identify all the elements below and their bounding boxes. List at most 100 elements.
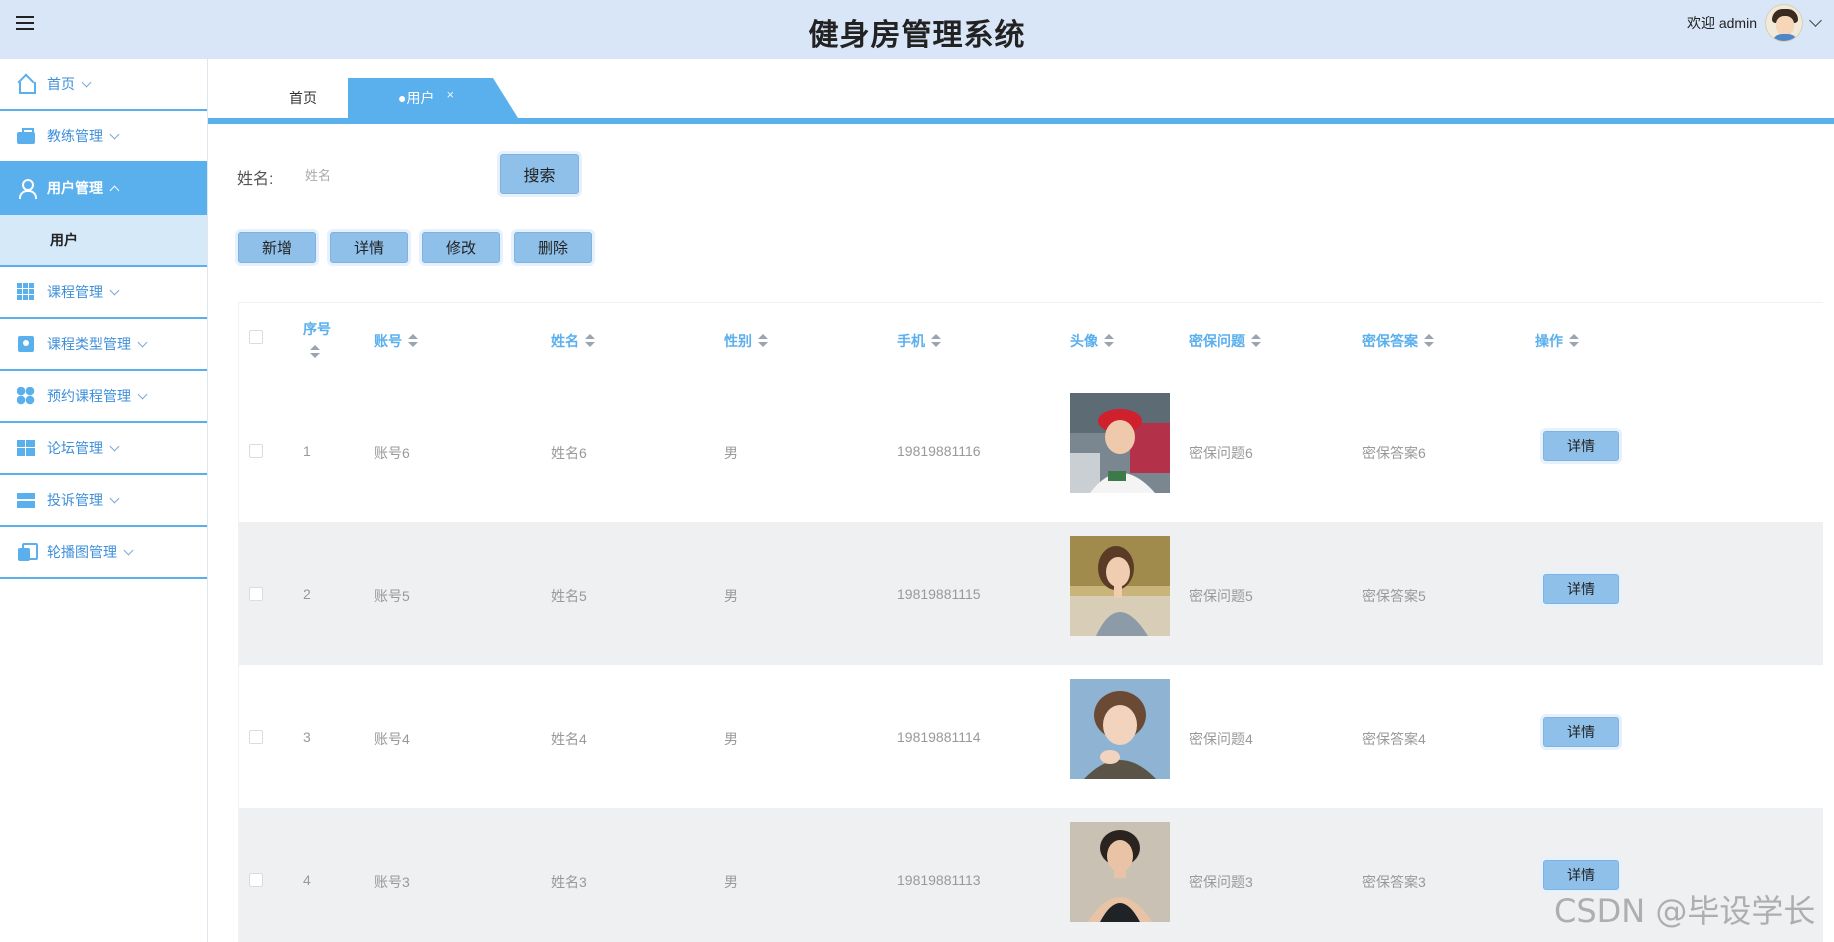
chevron-down-icon xyxy=(109,441,120,451)
cell-answer: 密保答案6 xyxy=(1362,445,1426,461)
row-detail-button[interactable]: 详情 xyxy=(1543,431,1619,461)
cell-gender: 男 xyxy=(724,588,738,604)
sidebar-item-forum[interactable]: 论坛管理 xyxy=(0,423,207,475)
cell-phone: 19819881114 xyxy=(897,729,981,745)
edit-button[interactable]: 修改 xyxy=(422,232,500,263)
chevron-down-icon xyxy=(81,77,92,87)
top-header: 健身房管理系统 欢迎 admin xyxy=(0,0,1834,59)
sort-icon[interactable] xyxy=(585,334,595,348)
row-checkbox[interactable] xyxy=(249,587,263,601)
row-detail-button[interactable]: 详情 xyxy=(1543,574,1619,604)
chevron-down-icon xyxy=(109,129,120,139)
column-header-label: 头像 xyxy=(1070,333,1098,349)
cell-seq: 4 xyxy=(303,872,311,888)
add-button[interactable]: 新增 xyxy=(238,232,316,263)
cell-question: 密保问题5 xyxy=(1189,588,1253,604)
sidebar-subitem-user[interactable]: 用户 xyxy=(0,215,207,267)
cell-seq: 3 xyxy=(303,729,311,745)
clover-icon xyxy=(17,387,35,405)
table-row[interactable]: 1 账号6 姓名6 男 19819881116 密保问题6 密保答案6 详情 xyxy=(239,379,1823,522)
cell-account: 账号5 xyxy=(374,588,410,604)
select-all-checkbox[interactable] xyxy=(249,330,263,344)
sort-icon[interactable] xyxy=(931,334,941,348)
sidebar-item-course-type[interactable]: 课程类型管理 xyxy=(0,319,207,371)
grid-icon xyxy=(17,283,35,301)
row-detail-button[interactable]: 详情 xyxy=(1543,717,1619,747)
tab-home[interactable]: 首页 xyxy=(258,78,348,118)
sort-icon[interactable] xyxy=(1251,334,1261,348)
cell-answer: 密保答案4 xyxy=(1362,731,1426,747)
table-header: 序号 账号 姓名 性别 手机 头像 密保问题 密保答案 操作 xyxy=(239,303,1823,379)
sidebar-item-carousel[interactable]: 轮播图管理 xyxy=(0,527,207,579)
sort-icon[interactable] xyxy=(758,334,768,348)
delete-button[interactable]: 删除 xyxy=(514,232,592,263)
tab-user-label: ●用户 xyxy=(398,90,435,106)
detail-button[interactable]: 详情 xyxy=(330,232,408,263)
sidebar-item-label: 教练管理 xyxy=(47,128,103,144)
sidebar-item-label: 论坛管理 xyxy=(47,440,103,456)
column-header-gender[interactable]: 性别 xyxy=(724,331,768,351)
column-header-op[interactable]: 操作 xyxy=(1535,331,1579,351)
column-header-question[interactable]: 密保问题 xyxy=(1189,331,1261,351)
cell-gender: 男 xyxy=(724,731,738,747)
close-icon[interactable]: × xyxy=(446,87,454,102)
column-header-answer[interactable]: 密保答案 xyxy=(1362,331,1434,351)
column-header-seq[interactable]: 序号 xyxy=(303,319,331,359)
column-header-label: 密保问题 xyxy=(1189,333,1245,349)
column-header-phone[interactable]: 手机 xyxy=(897,331,941,351)
cell-account: 账号6 xyxy=(374,445,410,461)
table-row[interactable]: 2 账号5 姓名5 男 19819881115 密保问题5 密保答案5 详情 xyxy=(239,522,1823,665)
column-header-label: 操作 xyxy=(1535,333,1563,349)
sort-icon[interactable] xyxy=(1424,334,1434,348)
column-header-label: 序号 xyxy=(303,321,331,337)
sort-icon[interactable] xyxy=(1569,334,1579,348)
row-checkbox[interactable] xyxy=(249,873,263,887)
card-icon xyxy=(17,335,35,353)
sidebar-item-label: 用户管理 xyxy=(47,180,103,196)
column-header-name[interactable]: 姓名 xyxy=(551,331,595,351)
column-header-avatar[interactable]: 头像 xyxy=(1070,331,1114,351)
cell-seq: 2 xyxy=(303,586,311,602)
sidebar-item-label: 课程管理 xyxy=(47,284,103,300)
briefcase-icon xyxy=(17,127,35,145)
cell-answer: 密保答案3 xyxy=(1362,874,1426,890)
sidebar-item-label: 课程类型管理 xyxy=(47,336,131,352)
avatar[interactable] xyxy=(1765,4,1803,42)
welcome-text: 欢迎 admin xyxy=(1686,15,1757,31)
search-input[interactable] xyxy=(296,158,486,192)
cell-gender: 男 xyxy=(724,874,738,890)
copy-icon xyxy=(17,543,38,561)
tab-user[interactable]: ●用户 × xyxy=(348,78,518,118)
sidebar-item-course[interactable]: 课程管理 xyxy=(0,267,207,319)
column-header-label: 姓名 xyxy=(551,333,579,349)
user-menu[interactable]: 欢迎 admin xyxy=(1686,4,1822,42)
sidebar-item-user-management[interactable]: 用户管理 xyxy=(0,163,207,215)
sort-icon[interactable] xyxy=(310,345,320,359)
app-title: 健身房管理系统 xyxy=(808,18,1026,53)
home-icon xyxy=(17,75,36,94)
search-label: 姓名: xyxy=(237,171,274,188)
cell-question: 密保问题4 xyxy=(1189,731,1253,747)
sidebar-item-label: 首页 xyxy=(47,76,75,92)
chevron-down-icon xyxy=(109,285,120,295)
sort-icon[interactable] xyxy=(408,334,418,348)
row-checkbox[interactable] xyxy=(249,730,263,744)
column-header-account[interactable]: 账号 xyxy=(374,331,418,351)
tray-icon xyxy=(17,491,35,509)
cell-question: 密保问题3 xyxy=(1189,874,1253,890)
chevron-down-icon xyxy=(123,545,134,555)
sort-icon[interactable] xyxy=(1104,334,1114,348)
sidebar-item-complaint[interactable]: 投诉管理 xyxy=(0,475,207,527)
sidebar-item-coach[interactable]: 教练管理 xyxy=(0,111,207,163)
chevron-down-icon xyxy=(137,337,148,347)
cell-name: 姓名3 xyxy=(551,874,587,890)
sidebar-item-booking[interactable]: 预约课程管理 xyxy=(0,371,207,423)
table-row[interactable]: 3 账号4 姓名4 男 19819881114 密保问题4 密保答案4 详情 xyxy=(239,665,1823,808)
tabs-underline xyxy=(208,118,1834,124)
search-button[interactable]: 搜索 xyxy=(500,154,579,194)
sidebar-item-home[interactable]: 首页 xyxy=(0,59,207,111)
chevron-down-icon[interactable] xyxy=(1809,14,1822,27)
row-checkbox[interactable] xyxy=(249,444,263,458)
cell-account: 账号3 xyxy=(374,874,410,890)
cell-account: 账号4 xyxy=(374,731,410,747)
